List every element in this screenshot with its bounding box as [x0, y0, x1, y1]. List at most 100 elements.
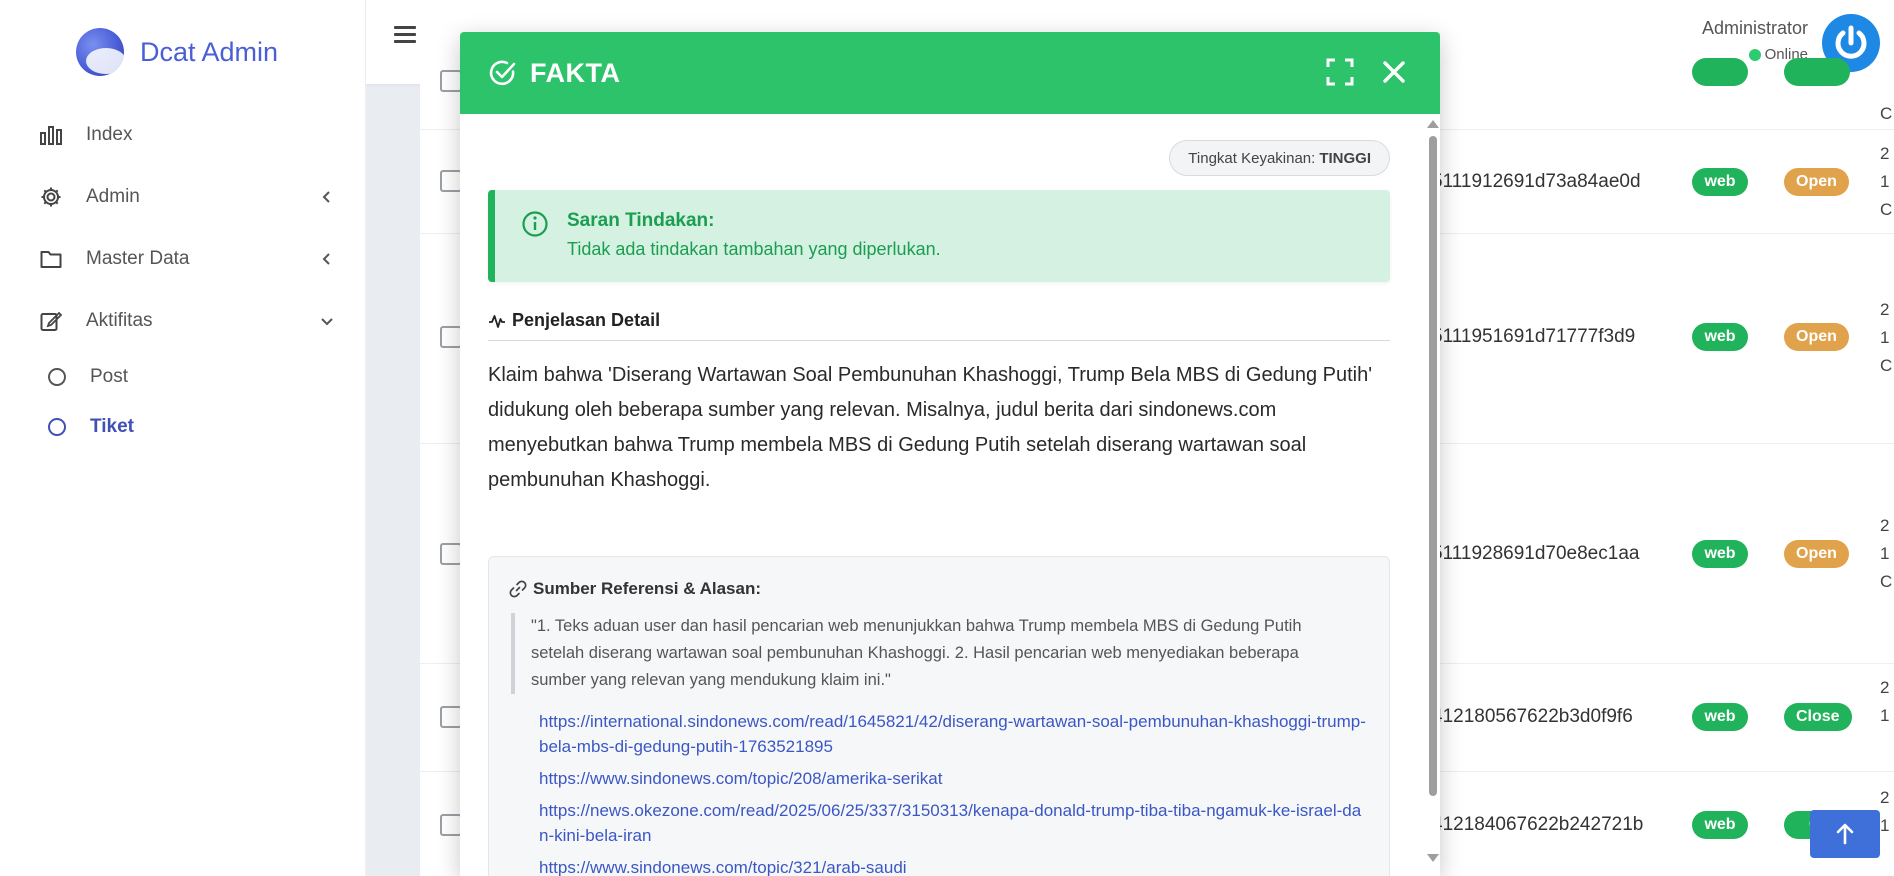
- row-checkbox[interactable]: [440, 170, 462, 192]
- circle-icon: [48, 418, 66, 436]
- scrollbar-thumb[interactable]: [1429, 136, 1437, 796]
- cell-fragment: C: [1880, 572, 1893, 591]
- cell-fragment: 2: [1880, 788, 1890, 807]
- sidebar-item-label: Index: [86, 124, 133, 145]
- sidebar-item-label: Admin: [86, 186, 140, 207]
- cell-fragment: C: [1880, 200, 1893, 219]
- sidebar-subitem-tiket[interactable]: Tiket: [0, 402, 365, 452]
- modal-header: FAKTA: [460, 32, 1440, 114]
- row-checkbox[interactable]: [440, 70, 462, 92]
- ticket-id: 412180567622b3d0f9f6: [1432, 706, 1633, 727]
- cell-fragment: 1: [1880, 816, 1890, 835]
- detail-heading: Penjelasan Detail: [488, 310, 660, 331]
- cell-fragment: 1: [1880, 328, 1890, 347]
- scroll-down-icon[interactable]: [1427, 854, 1439, 862]
- confidence-label: Tingkat Keyakinan:: [1188, 149, 1316, 167]
- ticket-id: 5111928691d70e8ec1aa: [1432, 543, 1640, 564]
- modal-scrollbar[interactable]: [1426, 114, 1440, 876]
- sidebar-item-admin[interactable]: Admin: [0, 166, 365, 228]
- chevron-left-icon: [322, 191, 330, 203]
- alert-title: Saran Tindakan:: [567, 210, 715, 231]
- alert-text: Tidak ada tindakan tambahan yang diperlu…: [567, 239, 941, 259]
- brand[interactable]: Dcat Admin: [0, 0, 365, 104]
- ticket-id: 5111951691d71777f3d9: [1432, 326, 1636, 347]
- row-checkbox[interactable]: [440, 706, 462, 728]
- scroll-up-icon[interactable]: [1427, 120, 1439, 128]
- status-badge: Close: [1784, 703, 1852, 731]
- brand-logo: [76, 28, 124, 76]
- sidebar-subitem-label: Tiket: [90, 416, 135, 437]
- sidebar-item-aktifitas[interactable]: Aktifitas: [0, 290, 365, 352]
- chevron-left-icon: [322, 253, 330, 265]
- menu-toggle-icon[interactable]: [394, 26, 416, 44]
- cell-fragment: C: [1880, 356, 1893, 375]
- scroll-to-top-button[interactable]: [1810, 810, 1880, 858]
- reference-links: https://international.sindonews.com/read…: [539, 709, 1369, 876]
- reference-link[interactable]: https://www.sindonews.com/topic/321/arab…: [539, 855, 1369, 876]
- divider: [488, 340, 1390, 341]
- reference-link[interactable]: https://international.sindonews.com/read…: [539, 709, 1369, 759]
- row-checkbox[interactable]: [440, 543, 462, 565]
- online-dot-icon: [1748, 48, 1761, 61]
- check-circle-icon: [489, 60, 516, 86]
- close-button[interactable]: [1376, 54, 1412, 90]
- gear-icon: [40, 186, 62, 208]
- status-badge: Open: [1784, 168, 1849, 196]
- circle-icon: [48, 368, 66, 386]
- detail-heading-label: Penjelasan Detail: [512, 310, 661, 330]
- cell-fragment: 1: [1880, 706, 1890, 725]
- action-alert: Saran Tindakan: Tidak ada tindakan tamba…: [488, 190, 1390, 282]
- reference-heading: Sumber Referensi & Alasan:: [509, 579, 761, 599]
- cell-fragment: 2: [1880, 678, 1890, 697]
- source-badge: web: [1692, 168, 1748, 196]
- confidence-badge: Tingkat Keyakinan: TINGGI: [1169, 140, 1390, 176]
- cell-fragment: 2: [1880, 516, 1890, 535]
- cell-fragment: C: [1880, 104, 1893, 123]
- sidebar-subitem-post[interactable]: Post: [0, 352, 365, 402]
- fakta-modal: FAKTA Tingkat Keyakinan: TINGGI Saran Ti…: [460, 32, 1440, 876]
- reference-heading-label: Sumber Referensi & Alasan:: [533, 579, 761, 598]
- source-badge: web: [1692, 540, 1748, 568]
- cell-fragment: 2: [1880, 144, 1890, 163]
- detail-text: Klaim bahwa 'Diserang Wartawan Soal Pemb…: [488, 364, 1373, 491]
- sidebar-item-label: Aktifitas: [86, 310, 153, 331]
- close-icon: [1383, 61, 1405, 83]
- status-badge: [1784, 58, 1850, 86]
- source-badge: web: [1692, 323, 1748, 351]
- sidebar-item-label: Master Data: [86, 248, 190, 269]
- power-icon: [1835, 25, 1867, 59]
- chevron-down-icon: [321, 318, 333, 326]
- expand-icon: [1326, 58, 1354, 86]
- ticket-id: 412184067622b242721b: [1432, 814, 1644, 835]
- sidebar-item-index[interactable]: Index: [0, 104, 365, 166]
- sidebar-nav: Index Admin Master Data Aktifitas Post T…: [0, 104, 365, 452]
- reference-link[interactable]: https://news.okezone.com/read/2025/06/25…: [539, 798, 1369, 848]
- cell-fragment: 1: [1880, 172, 1890, 191]
- edit-icon: [40, 310, 62, 332]
- user-name[interactable]: Administrator: [1702, 18, 1808, 39]
- row-checkbox[interactable]: [440, 326, 462, 348]
- reference-quote: "1. Teks aduan user dan hasil pencarian …: [511, 613, 1351, 694]
- ticket-id: 5111912691d73a84ae0d: [1432, 171, 1641, 192]
- activity-icon: [489, 314, 505, 328]
- reference-link[interactable]: https://www.sindonews.com/topic/208/amer…: [539, 766, 1369, 791]
- sidebar-item-master-data[interactable]: Master Data: [0, 228, 365, 290]
- info-icon: [522, 211, 548, 237]
- brand-name: Dcat Admin: [140, 36, 279, 67]
- link-icon: [509, 580, 527, 598]
- cell-fragment: 2: [1880, 300, 1890, 319]
- sidebar: Dcat Admin Index Admin Master Data Aktif…: [0, 0, 366, 876]
- bar-chart-icon: [40, 124, 62, 146]
- modal-title: FAKTA: [530, 57, 621, 88]
- folder-icon: [40, 248, 62, 270]
- sidebar-subitem-label: Post: [90, 366, 129, 387]
- status-badge: Open: [1784, 540, 1849, 568]
- modal-body: Tingkat Keyakinan: TINGGI Saran Tindakan…: [460, 114, 1440, 876]
- cell-fragment: 1: [1880, 544, 1890, 563]
- source-badge: web: [1692, 703, 1748, 731]
- source-badge: [1692, 58, 1748, 86]
- row-checkbox[interactable]: [440, 814, 462, 836]
- arrow-up-icon: [1836, 823, 1854, 845]
- fullscreen-button[interactable]: [1322, 54, 1358, 90]
- source-badge: web: [1692, 811, 1748, 839]
